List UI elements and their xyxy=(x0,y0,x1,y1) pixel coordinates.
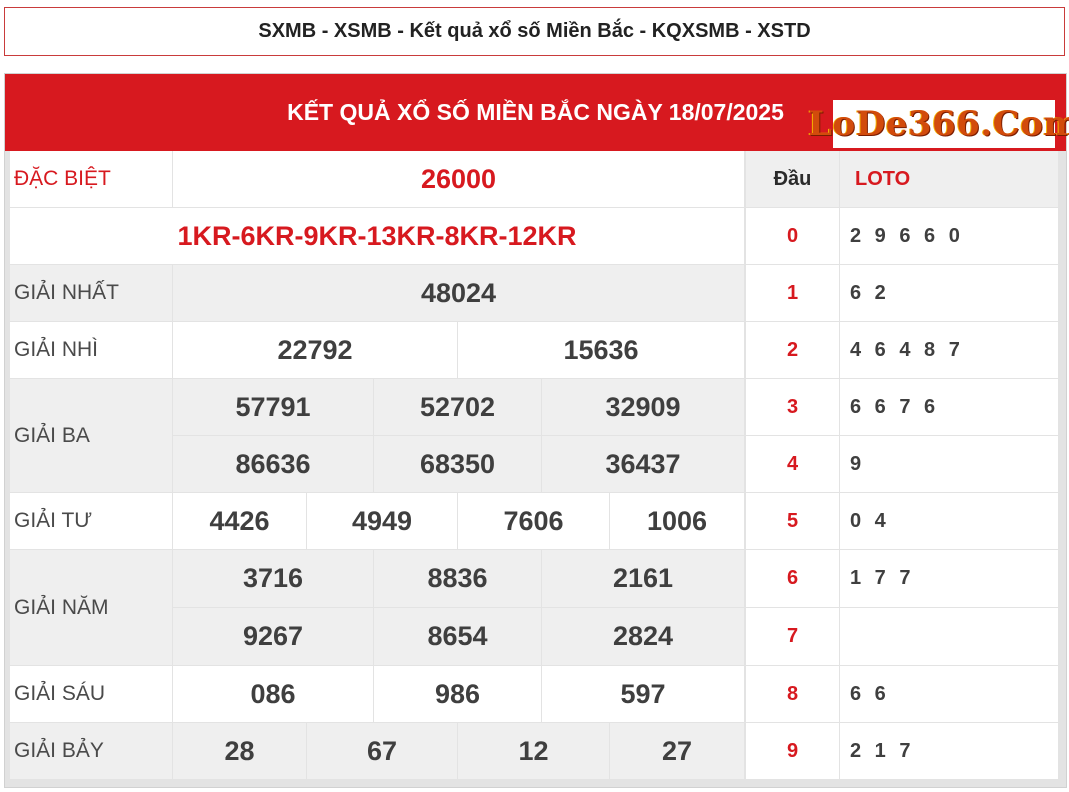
prize-first-number: 48024 xyxy=(173,265,744,321)
prize-fourth-number: 7606 xyxy=(458,493,609,549)
prize-fifth-number: 8836 xyxy=(374,550,541,607)
loto-dau-cell: 4 xyxy=(746,436,839,492)
prize-label-fifth: GIẢI NĂM xyxy=(10,550,172,665)
loto-values-cell: 6 6 7 6 xyxy=(840,379,1058,435)
logo-text: LoDe366.Com xyxy=(808,104,1069,144)
loto-dau-cell: 7 xyxy=(746,608,839,665)
prize-label-sixth: GIẢI SÁU xyxy=(10,666,172,722)
loto-values-cell: 9 xyxy=(840,436,1058,492)
results-header: KẾT QUẢ XỔ SỐ MIỀN BẮC NGÀY 18/07/2025 L… xyxy=(5,74,1069,151)
prize-label-third: GIẢI BA xyxy=(10,379,172,492)
prize-fifth-number: 2161 xyxy=(542,550,744,607)
page-title: SXMB - XSMB - Kết quả xổ số Miền Bắc - K… xyxy=(4,7,1065,56)
prize-sixth-number: 986 xyxy=(374,666,541,722)
prize-seventh-number: 28 xyxy=(173,723,306,779)
loto-dau-cell: 3 xyxy=(746,379,839,435)
prize-label-second: GIẢI NHÌ xyxy=(10,322,172,378)
prize-third-number: 57791 xyxy=(173,379,373,435)
loto-dau-cell: 6 xyxy=(746,550,839,607)
prize-third-number: 32909 xyxy=(542,379,744,435)
loto-dau-cell: 5 xyxy=(746,493,839,549)
loto-values-cell: 1 7 7 xyxy=(840,550,1058,607)
prize-label-special: ĐẶC BIỆT xyxy=(10,151,172,207)
prize-sixth-number: 597 xyxy=(542,666,744,722)
prize-second-number: 15636 xyxy=(458,322,744,378)
loto-values-cell: 2 9 6 6 0 xyxy=(840,208,1058,264)
prize-label-seventh: GIẢI BẢY xyxy=(10,723,172,779)
prize-third-number: 52702 xyxy=(374,379,541,435)
prize-third-number: 68350 xyxy=(374,436,541,492)
prize-sixth-number: 086 xyxy=(173,666,373,722)
prize-seventh-number: 12 xyxy=(458,723,609,779)
loto-values-cell xyxy=(840,608,1058,665)
prize-seventh-number: 27 xyxy=(610,723,744,779)
loto-dau-cell: 8 xyxy=(746,666,839,722)
loto-values-cell: 4 6 4 8 7 xyxy=(840,322,1058,378)
prize-fourth-number: 1006 xyxy=(610,493,744,549)
results-panel: KẾT QUẢ XỔ SỐ MIỀN BẮC NGÀY 18/07/2025 L… xyxy=(4,73,1069,788)
prize-fifth-number: 9267 xyxy=(173,608,373,665)
prize-fifth-number: 2824 xyxy=(542,608,744,665)
prize-fourth-number: 4426 xyxy=(173,493,306,549)
loto-dau-cell: 1 xyxy=(746,265,839,321)
loto-values-cell: 6 6 xyxy=(840,666,1058,722)
prize-seventh-number: 67 xyxy=(307,723,457,779)
prize-second-number: 22792 xyxy=(173,322,457,378)
loto-values-cell: 6 2 xyxy=(840,265,1058,321)
loto-dau-cell: 0 xyxy=(746,208,839,264)
prize-third-number: 86636 xyxy=(173,436,373,492)
loto-values-cell: 0 4 xyxy=(840,493,1058,549)
prize-fourth-number: 4949 xyxy=(307,493,457,549)
prize-label-fourth: GIẢI TƯ xyxy=(10,493,172,549)
loto-values-cell: 2 1 7 xyxy=(840,723,1058,779)
site-logo[interactable]: LoDe366.Com xyxy=(808,100,1069,148)
loto-dau-cell: 9 xyxy=(746,723,839,779)
prize-third-number: 36437 xyxy=(542,436,744,492)
loto-header-dau: Đầu xyxy=(746,151,839,207)
prize-special-number: 26000 xyxy=(173,151,744,207)
loto-dau-cell: 2 xyxy=(746,322,839,378)
prize-special-codes: 1KR-6KR-9KR-13KR-8KR-12KR xyxy=(10,208,744,264)
prize-label-first: GIẢI NHẤT xyxy=(10,265,172,321)
prize-fifth-number: 8654 xyxy=(374,608,541,665)
prize-fifth-number: 3716 xyxy=(173,550,373,607)
loto-header-loto: LOTO xyxy=(840,151,1058,207)
